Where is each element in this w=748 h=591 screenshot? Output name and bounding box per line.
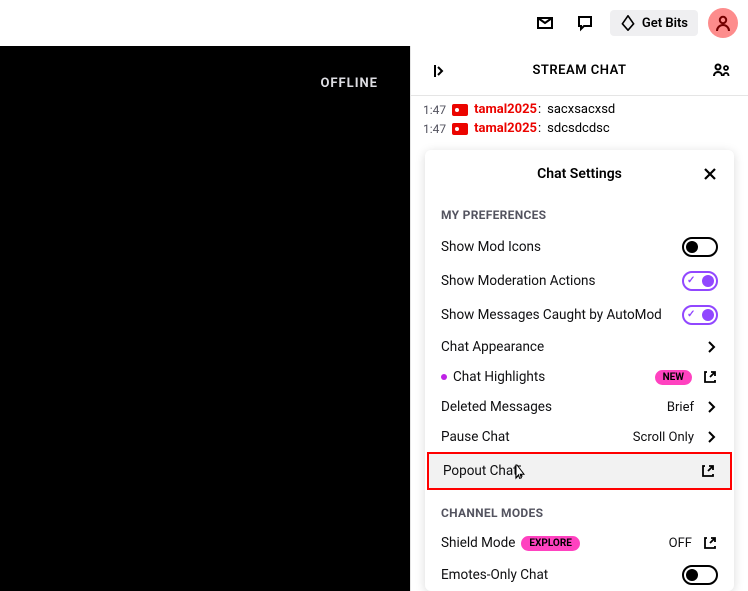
chat-title: STREAM CHAT [453, 63, 706, 78]
person-icon [713, 13, 733, 33]
toggle-emotes-only[interactable] [682, 565, 718, 585]
row-value: Scroll Only [633, 430, 694, 445]
row-label: Emotes-Only Chat [441, 567, 548, 583]
community-icon[interactable] [706, 56, 736, 86]
broadcaster-icon [452, 123, 468, 135]
section-my-preferences: MY PREFERENCES [425, 192, 734, 230]
close-icon [702, 166, 718, 182]
new-badge: NEW [655, 370, 692, 385]
collapse-chat-icon[interactable] [423, 56, 453, 86]
highlight-dot-icon [441, 374, 447, 380]
row-label: Show Moderation Actions [441, 273, 595, 289]
top-bar: Get Bits [0, 0, 748, 46]
row-label: Chat Highlights [453, 369, 545, 385]
section-channel-modes: CHANNEL MODES [425, 490, 734, 528]
msg-text: sacxsacxsd [547, 102, 615, 117]
explore-badge: EXPLORE [521, 536, 579, 551]
video-player-area: OFFLINE [0, 46, 410, 591]
inbox-icon[interactable] [530, 8, 560, 38]
row-show-automod[interactable]: Show Messages Caught by AutoMod ✓ [425, 298, 734, 332]
user-avatar[interactable] [708, 8, 738, 38]
row-label: Chat Appearance [441, 339, 544, 355]
chat-messages: 1:47 tamal2025 sacxsacxsd 1:47 tamal2025… [411, 96, 748, 146]
row-emotes-only[interactable]: Emotes-Only Chat [425, 558, 734, 591]
row-label: Show Mod Icons [441, 239, 541, 255]
whispers-icon[interactable] [570, 8, 600, 38]
msg-time: 1:47 [423, 122, 446, 136]
chat-message: 1:47 tamal2025 sacxsacxsd [423, 102, 736, 117]
popout-icon [702, 535, 718, 551]
popout-icon [700, 463, 716, 479]
row-show-mod-actions[interactable]: Show Moderation Actions ✓ [425, 264, 734, 298]
chat-column: STREAM CHAT 1:47 tamal2025 sacxsacxsd 1:… [410, 46, 748, 591]
chat-header: STREAM CHAT [411, 46, 748, 96]
chevron-right-icon [704, 400, 718, 414]
toggle-automod[interactable]: ✓ [682, 305, 718, 325]
row-value: Brief [667, 400, 694, 415]
msg-username[interactable]: tamal2025 [474, 102, 541, 117]
toggle-mod-icons[interactable] [682, 237, 718, 257]
chevron-right-icon [704, 430, 718, 444]
row-value: OFF [669, 536, 692, 551]
close-button[interactable] [702, 166, 718, 182]
row-pause-chat[interactable]: Pause Chat Scroll Only [425, 422, 734, 452]
toggle-mod-actions[interactable]: ✓ [682, 271, 718, 291]
row-deleted-messages[interactable]: Deleted Messages Brief [425, 392, 734, 422]
offline-label: OFFLINE [320, 76, 378, 91]
chevron-right-icon [704, 340, 718, 354]
get-bits-button[interactable]: Get Bits [610, 10, 698, 36]
chat-settings-panel: Chat Settings MY PREFERENCES Show Mod Ic… [425, 150, 734, 591]
bits-icon [620, 15, 636, 31]
panel-title: Chat Settings [537, 166, 622, 182]
chat-message: 1:47 tamal2025 sdcsdcdsc [423, 121, 736, 136]
row-chat-highlights[interactable]: Chat Highlights NEW [425, 362, 734, 392]
row-label: Pause Chat [441, 429, 510, 445]
row-label: Deleted Messages [441, 399, 552, 415]
msg-time: 1:47 [423, 103, 446, 117]
msg-username[interactable]: tamal2025 [474, 121, 541, 136]
row-popout-chat[interactable]: Popout Chat [427, 452, 732, 490]
row-label: Shield Mode [441, 535, 515, 551]
row-chat-appearance[interactable]: Chat Appearance [425, 332, 734, 362]
row-show-mod-icons[interactable]: Show Mod Icons [425, 230, 734, 264]
get-bits-label: Get Bits [642, 16, 688, 31]
row-label: Show Messages Caught by AutoMod [441, 307, 662, 323]
row-shield-mode[interactable]: Shield Mode EXPLORE OFF [425, 528, 734, 558]
popout-icon [702, 369, 718, 385]
broadcaster-icon [452, 104, 468, 116]
msg-text: sdcsdcdsc [547, 121, 610, 136]
row-label: Popout Chat [443, 463, 518, 479]
